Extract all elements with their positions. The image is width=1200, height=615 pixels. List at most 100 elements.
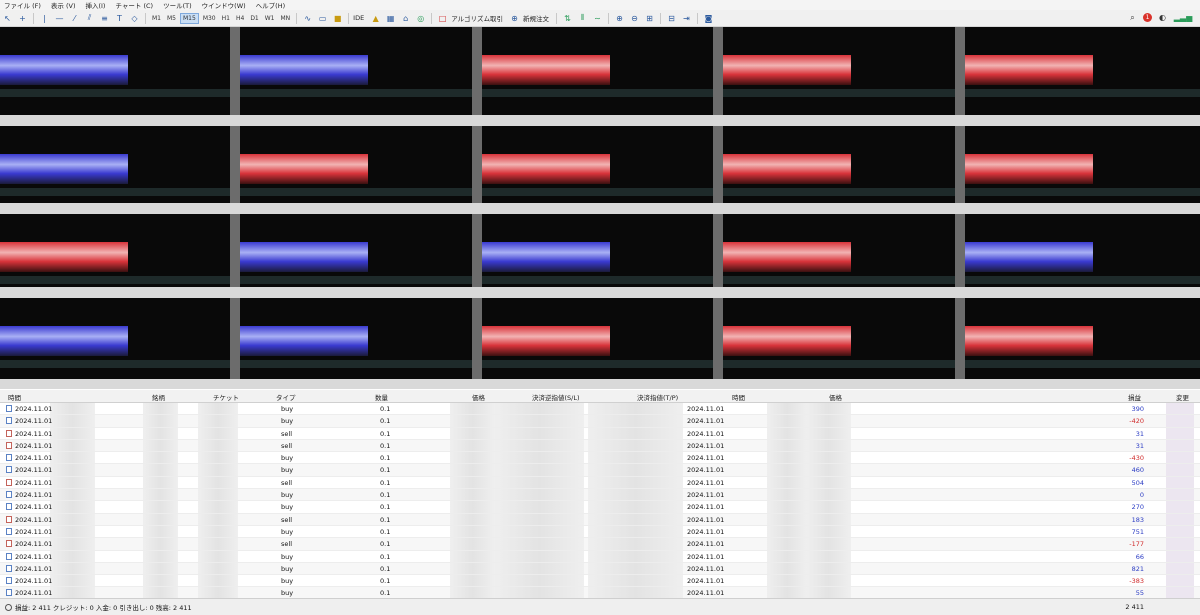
lock-icon[interactable]: ▲	[370, 13, 381, 24]
zoom-in-icon[interactable]: ⊕	[614, 13, 625, 24]
column-header[interactable]: 損益	[1128, 392, 1141, 402]
table-row[interactable]: 2024.11.01 buy 0.1 2024.11.01 55	[0, 587, 1200, 598]
table-row[interactable]: 2024.11.01 buy 0.1 2024.11.01 460	[0, 464, 1200, 477]
chart-window[interactable]	[965, 27, 1200, 115]
menu-item-6[interactable]: ヘルプ(H)	[252, 0, 291, 10]
table-row[interactable]: 2024.11.01 sell 0.1 2024.11.01 31	[0, 427, 1200, 440]
table-row[interactable]: 2024.11.01 buy 0.1 2024.11.01 0	[0, 489, 1200, 502]
depth-of-market-icon[interactable]: ⇅	[562, 13, 573, 24]
horizontal-line-icon[interactable]: —	[54, 13, 65, 24]
timeframe-m5[interactable]: M5	[165, 14, 178, 23]
chart-window[interactable]	[965, 214, 1200, 287]
column-header[interactable]: 銘柄	[152, 392, 165, 402]
menu-item-4[interactable]: ツール(T)	[159, 0, 198, 10]
table-row[interactable]: 2024.11.01 buy 0.1 2024.11.01 -383	[0, 575, 1200, 588]
script-icon[interactable]: ■	[332, 13, 343, 24]
timeframe-mn[interactable]: MN	[279, 14, 293, 23]
screenshot-icon[interactable]: ◙	[703, 13, 714, 24]
zoom-out-icon[interactable]: ⊖	[629, 13, 640, 24]
cursor-icon[interactable]: ↖	[2, 13, 13, 24]
calendar-icon[interactable]: ▦	[385, 13, 396, 24]
chart-window[interactable]	[482, 298, 713, 379]
column-header[interactable]: 決済指値(T/P)	[637, 392, 678, 402]
column-header[interactable]: 価格	[829, 392, 842, 402]
timeframe-w1[interactable]: W1	[263, 14, 277, 23]
timeframe-h1[interactable]: H1	[220, 14, 232, 23]
chart-window[interactable]	[0, 214, 230, 287]
chart-window[interactable]	[240, 214, 472, 287]
menu-item-5[interactable]: ウインドウ(W)	[198, 0, 252, 10]
chart-window[interactable]	[240, 27, 472, 115]
channel-icon[interactable]: ⫽	[84, 13, 95, 24]
timeframe-h4[interactable]: H4	[234, 14, 246, 23]
notification-badge[interactable]: 1	[1143, 13, 1152, 22]
chart-window[interactable]	[240, 298, 472, 379]
shapes-icon[interactable]: ◇	[129, 13, 140, 24]
chart-window[interactable]	[0, 298, 230, 379]
account-icon[interactable]: ◐	[1157, 12, 1168, 23]
new-order-icon[interactable]: ⊕	[509, 13, 520, 24]
timeframe-m30[interactable]: M30	[201, 14, 218, 23]
redacted-cell	[588, 562, 683, 575]
table-row[interactable]: 2024.11.01 buy 0.1 2024.11.01 -430	[0, 452, 1200, 465]
table-row[interactable]: 2024.11.01 sell 0.1 2024.11.01 -177	[0, 538, 1200, 551]
chart-window[interactable]	[965, 126, 1200, 203]
timeframe-d1[interactable]: D1	[248, 14, 260, 23]
table-row[interactable]: 2024.11.01 sell 0.1 2024.11.01 504	[0, 476, 1200, 490]
chart-window[interactable]	[723, 214, 955, 287]
table-row[interactable]: 2024.11.01 buy 0.1 2024.11.01 -420	[0, 415, 1200, 428]
table-row[interactable]: 2024.11.01 buy 0.1 2024.11.01 66	[0, 550, 1200, 563]
column-header[interactable]: 変更	[1176, 392, 1189, 402]
indicator-icon[interactable]: ∼	[592, 13, 603, 24]
grid-icon[interactable]: ⊞	[644, 13, 655, 24]
vertical-line-icon[interactable]: |	[39, 13, 50, 24]
crosshair-icon[interactable]: +	[17, 13, 28, 24]
column-header[interactable]: 決済逆指値(S/L)	[532, 392, 580, 402]
menu-item-3[interactable]: チャート (C)	[111, 0, 159, 10]
chart-window[interactable]	[482, 126, 713, 203]
tile-windows-icon[interactable]: ⊟	[666, 13, 677, 24]
timeframe-m15[interactable]: M15	[180, 12, 199, 24]
menu-item-1[interactable]: 表示 (V)	[47, 0, 82, 10]
table-row[interactable]: 2024.11.01 sell 0.1 2024.11.01 183	[0, 513, 1200, 526]
chart-window[interactable]	[0, 27, 230, 115]
algo-trading-button[interactable]: アルゴリズム取引	[451, 13, 503, 23]
ide-button[interactable]: IDE	[353, 14, 364, 22]
menu-item-2[interactable]: 挿入(I)	[81, 0, 111, 10]
chart-window[interactable]	[723, 298, 955, 379]
one-click-icon[interactable]: ⫴	[577, 13, 588, 24]
table-row[interactable]: 2024.11.01 buy 0.1 2024.11.01 751	[0, 525, 1200, 539]
text-tool-icon[interactable]: T	[114, 13, 125, 24]
chart-window[interactable]	[965, 298, 1200, 379]
signals-icon[interactable]: ◎	[415, 13, 426, 24]
chart-window[interactable]	[0, 126, 230, 203]
search-icon[interactable]: ⌕	[1127, 12, 1138, 23]
chart-window[interactable]	[723, 126, 955, 203]
algo-trading-icon[interactable]: □	[437, 13, 448, 24]
table-row[interactable]: 2024.11.01 buy 0.1 2024.11.01 390	[0, 403, 1200, 416]
menu-item-0[interactable]: ファイル (F)	[0, 0, 47, 10]
market-icon[interactable]: ⌂	[400, 13, 411, 24]
column-header[interactable]: 数量	[375, 392, 388, 402]
timeframe-m1[interactable]: M1	[150, 14, 163, 23]
chart-window[interactable]	[482, 214, 713, 287]
redacted-cell	[806, 403, 851, 415]
table-row[interactable]: 2024.11.01 sell 0.1 2024.11.01 31	[0, 439, 1200, 453]
column-header[interactable]: タイプ	[276, 392, 296, 402]
column-header[interactable]: 時間	[732, 392, 745, 402]
column-header[interactable]: 価格	[472, 392, 485, 402]
volume: 0.1	[380, 405, 391, 413]
chart-window[interactable]	[482, 27, 713, 115]
chart-type-icon[interactable]: ∿	[302, 13, 313, 24]
chart-window[interactable]	[723, 27, 955, 115]
template-icon[interactable]: ▭	[317, 13, 328, 24]
column-header[interactable]: 時間	[8, 392, 21, 402]
new-order-button[interactable]: 新規注文	[523, 13, 549, 23]
table-row[interactable]: 2024.11.01 buy 0.1 2024.11.01 821	[0, 562, 1200, 576]
fibonacci-icon[interactable]: ≡	[99, 13, 110, 24]
table-row[interactable]: 2024.11.01 buy 0.1 2024.11.01 270	[0, 501, 1200, 514]
autoscroll-icon[interactable]: ⇥	[681, 13, 692, 24]
column-header[interactable]: チケット	[213, 392, 239, 402]
chart-window[interactable]	[240, 126, 472, 203]
trendline-icon[interactable]: ⁄	[69, 13, 80, 24]
